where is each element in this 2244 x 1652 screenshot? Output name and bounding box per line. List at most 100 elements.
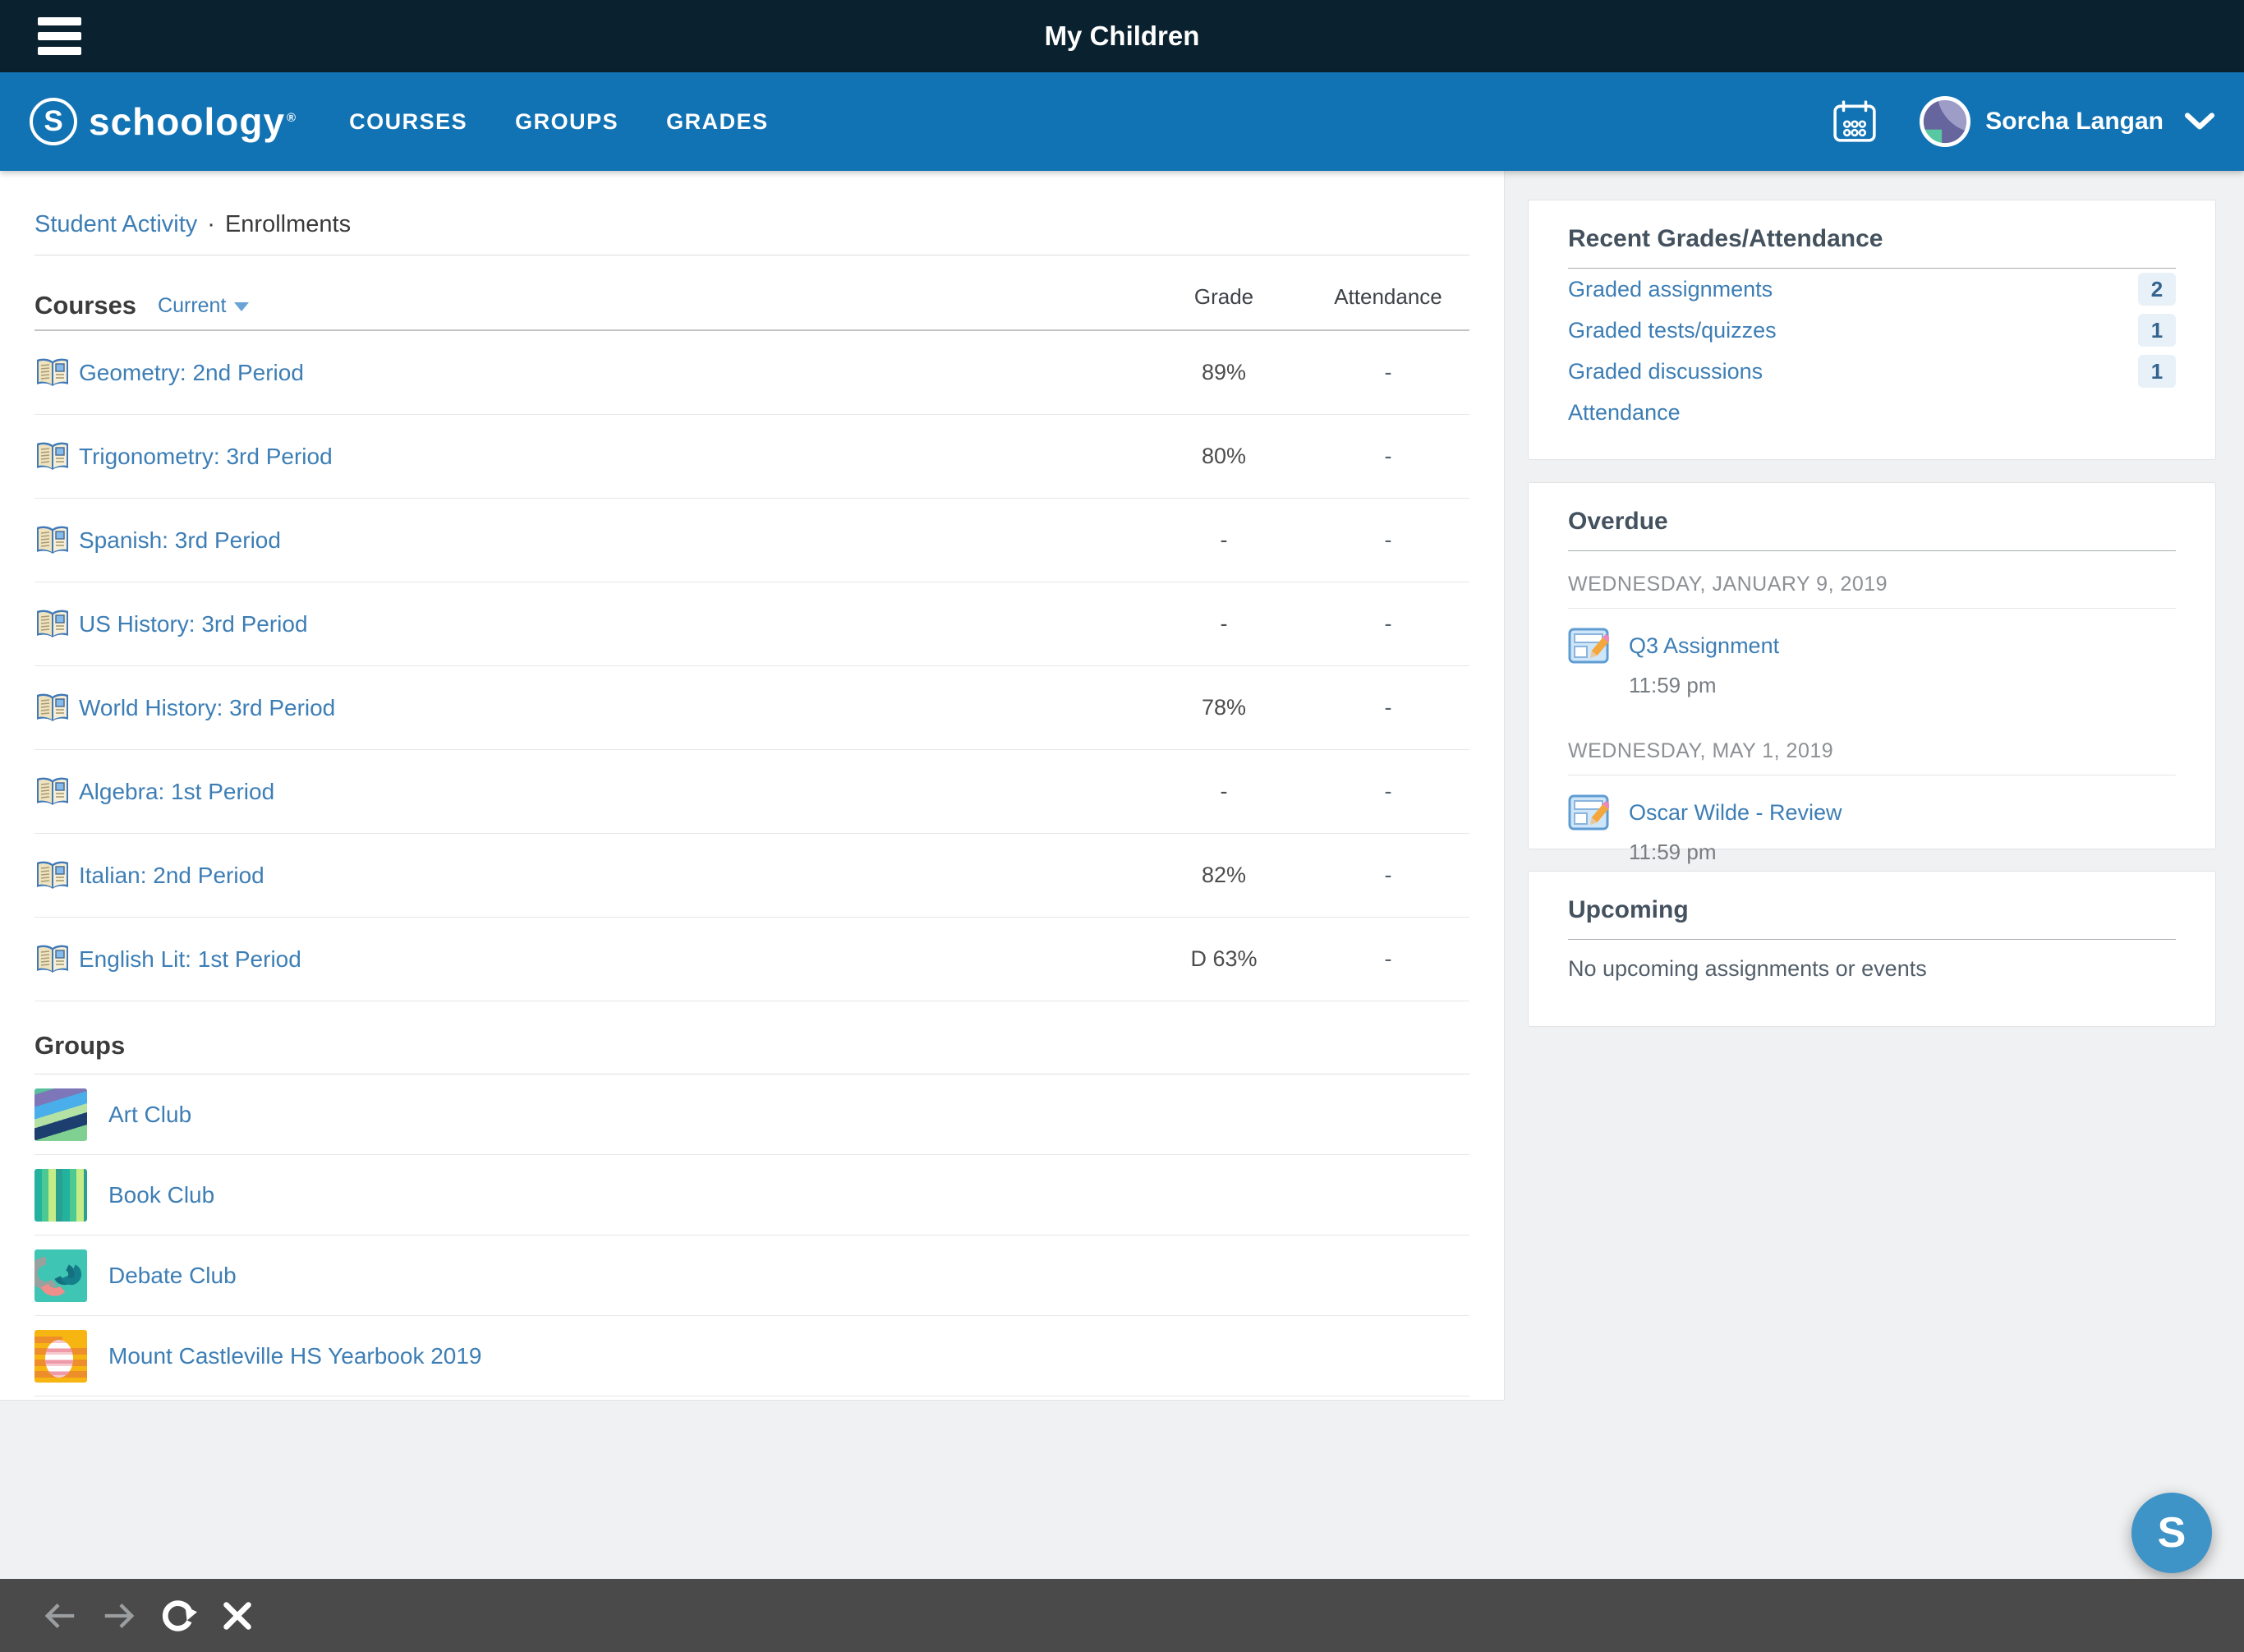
course-attendance: - (1302, 444, 1474, 469)
course-grade: - (1138, 779, 1310, 804)
courses-filter-label: Current (158, 294, 226, 318)
course-link[interactable]: English Lit: 1st Period (79, 946, 301, 973)
forward-icon[interactable] (100, 1597, 138, 1635)
course-grade: - (1138, 611, 1310, 637)
course-book-icon (34, 775, 71, 808)
course-row: Algebra: 1st Period - - (34, 750, 1469, 834)
course-attendance: - (1302, 695, 1474, 720)
overdue-item: Q3 Assignment (1568, 625, 2176, 666)
back-icon[interactable] (41, 1597, 79, 1635)
recent-grades-card: Recent Grades/Attendance Graded assignme… (1528, 200, 2216, 460)
course-link[interactable]: World History: 3rd Period (79, 695, 335, 721)
screen: My Children S schoology® COURSES GROUPS … (0, 0, 2244, 1652)
count-badge: 2 (2138, 273, 2176, 306)
courses-filter-dropdown[interactable]: Current (158, 294, 249, 318)
recent-item: Graded discussions 1 (1568, 351, 2176, 392)
course-book-icon (34, 440, 71, 473)
overdue-item-link[interactable]: Oscar Wilde - Review (1629, 800, 1842, 826)
nav-courses[interactable]: COURSES (349, 109, 467, 135)
groups-title: Groups (34, 1031, 125, 1061)
graded-discussions-link[interactable]: Graded discussions (1568, 359, 1763, 384)
course-attendance: - (1302, 779, 1474, 804)
overdue-title: Overdue (1568, 483, 2176, 551)
course-row: Trigonometry: 3rd Period 80% - (34, 415, 1469, 499)
course-attendance: - (1302, 611, 1474, 637)
course-link[interactable]: Geometry: 2nd Period (79, 360, 304, 386)
assignment-icon (1568, 625, 1609, 666)
course-attendance: - (1302, 946, 1474, 972)
window-title: My Children (0, 0, 2244, 72)
calendar-icon[interactable] (1832, 99, 1877, 144)
nav-groups[interactable]: GROUPS (515, 109, 618, 135)
header-right: Sorcha Langan (1832, 96, 2214, 147)
graded-assignments-link[interactable]: Graded assignments (1568, 277, 1773, 302)
course-link[interactable]: Trigonometry: 3rd Period (79, 444, 333, 470)
breadcrumb-current: Enrollments (225, 211, 351, 238)
groups-header: Groups (34, 1001, 1469, 1074)
course-link[interactable]: Spanish: 3rd Period (79, 527, 281, 554)
course-book-icon (34, 692, 71, 725)
course-row: Geometry: 2nd Period 89% - (34, 331, 1469, 415)
schoology-fab-button[interactable]: S (2131, 1493, 2212, 1573)
group-row: Mount Castleville HS Yearbook 2019 (34, 1316, 1469, 1397)
course-row: US History: 3rd Period - - (34, 582, 1469, 666)
course-grade: 80% (1138, 444, 1310, 469)
window-title-bar: My Children (0, 0, 2244, 72)
recent-item: Graded assignments 2 (1568, 269, 2176, 310)
group-row: Debate Club (34, 1236, 1469, 1316)
assignment-icon (1568, 792, 1609, 833)
recent-grades-title: Recent Grades/Attendance (1568, 200, 2176, 269)
course-row: World History: 3rd Period 78% - (34, 666, 1469, 750)
chevron-down-icon[interactable] (2185, 113, 2214, 131)
course-row: English Lit: 1st Period D 63% - (34, 918, 1469, 1001)
avatar[interactable] (1920, 96, 1970, 147)
brand-text: schoology (89, 100, 285, 143)
breadcrumb-student-activity-link[interactable]: Student Activity (34, 211, 197, 238)
overdue-date-header: WEDNESDAY, JANUARY 9, 2019 (1568, 551, 2176, 609)
recent-item: Attendance (1568, 392, 2176, 433)
course-book-icon (34, 608, 71, 641)
debate-club-thumbnail (34, 1249, 87, 1302)
breadcrumb: Student Activity · Enrollments (34, 171, 1469, 255)
yearbook-thumbnail (34, 1330, 87, 1383)
schoology-logo[interactable]: S schoology® (30, 98, 297, 145)
course-link[interactable]: US History: 3rd Period (79, 611, 308, 637)
count-badge: 1 (2138, 314, 2176, 347)
group-row: Book Club (34, 1155, 1469, 1236)
course-grade: - (1138, 527, 1310, 553)
attendance-link[interactable]: Attendance (1568, 400, 1681, 426)
schoology-logo-icon: S (30, 98, 77, 145)
group-link[interactable]: Debate Club (108, 1263, 237, 1289)
group-link[interactable]: Book Club (108, 1182, 214, 1208)
main-nav: COURSES GROUPS GRADES (349, 109, 769, 135)
refresh-icon[interactable] (159, 1597, 197, 1635)
overdue-item-link[interactable]: Q3 Assignment (1629, 633, 1779, 659)
overdue-item: Oscar Wilde - Review (1568, 792, 2176, 833)
upcoming-empty-message: No upcoming assignments or events (1568, 956, 2176, 982)
upcoming-card: Upcoming No upcoming assignments or even… (1528, 871, 2216, 1027)
upcoming-title: Upcoming (1568, 872, 2176, 940)
book-club-thumbnail (34, 1169, 87, 1222)
nav-grades[interactable]: GRADES (666, 109, 769, 135)
courses-header: Courses Current Grade Attendance (34, 255, 1469, 331)
overdue-item-time: 11:59 pm (1629, 673, 2176, 698)
close-icon[interactable] (218, 1597, 256, 1635)
course-grade: 78% (1138, 695, 1310, 720)
group-link[interactable]: Mount Castleville HS Yearbook 2019 (108, 1343, 482, 1369)
courses-title: Courses (34, 291, 136, 320)
course-attendance: - (1302, 863, 1474, 888)
course-grade: D 63% (1138, 946, 1310, 972)
user-name[interactable]: Sorcha Langan (1985, 108, 2164, 136)
course-link[interactable]: Italian: 2nd Period (79, 863, 264, 889)
graded-tests-link[interactable]: Graded tests/quizzes (1568, 318, 1777, 343)
browser-toolbar (0, 1579, 2244, 1652)
caret-down-icon (234, 302, 249, 311)
recent-item: Graded tests/quizzes 1 (1568, 310, 2176, 351)
course-link[interactable]: Algebra: 1st Period (79, 779, 274, 805)
group-link[interactable]: Art Club (108, 1102, 191, 1128)
registered-mark: ® (287, 111, 297, 125)
course-grade: 82% (1138, 863, 1310, 888)
course-row: Italian: 2nd Period 82% - (34, 834, 1469, 918)
course-book-icon (34, 357, 71, 389)
overdue-item-time: 11:59 pm (1629, 840, 2176, 865)
